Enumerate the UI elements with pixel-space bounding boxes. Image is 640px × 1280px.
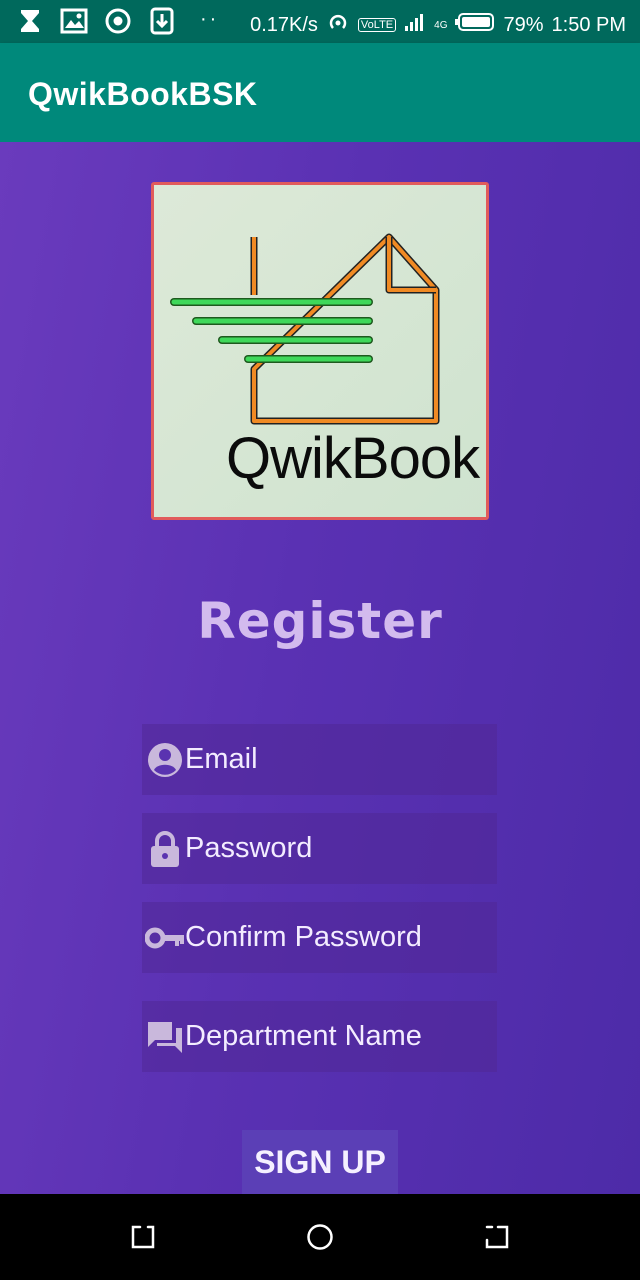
battery-percent: 79% [503, 13, 544, 36]
department-field[interactable] [142, 1001, 497, 1072]
app-logo: QwikBook [151, 182, 489, 520]
forum-icon [145, 1017, 185, 1057]
network-type: 4G [434, 19, 448, 31]
app-title: QwikBookBSK [28, 76, 258, 112]
target-icon [104, 7, 132, 35]
hourglass-icon [16, 7, 44, 35]
register-screen: QwikBook Register SIGN UP [0, 142, 640, 1194]
navigation-bar [0, 1194, 640, 1280]
volte-badge: VoLTE [357, 18, 397, 32]
home-icon[interactable] [305, 1222, 335, 1252]
recent-apps-icon[interactable] [128, 1222, 158, 1252]
back-icon[interactable] [482, 1222, 512, 1252]
department-input[interactable] [185, 1020, 490, 1053]
page-title: Register [197, 592, 443, 650]
key-icon [145, 918, 185, 958]
confirm-password-field[interactable] [142, 902, 497, 973]
download-icon [148, 7, 176, 35]
status-bar: ·· 0.17K/s VoLTE 4G 79% 1:50 PM [0, 0, 640, 43]
email-input[interactable] [185, 743, 490, 776]
clock: 1:50 PM [551, 13, 626, 36]
network-speed: 0.17K/s [250, 13, 318, 36]
password-field[interactable] [142, 813, 497, 884]
logo-text: QwikBook [226, 426, 480, 491]
confirm-password-input[interactable] [185, 921, 490, 954]
battery-icon [455, 12, 495, 38]
notification-dots: ·· [200, 8, 220, 30]
signup-button[interactable]: SIGN UP [242, 1130, 398, 1194]
email-field[interactable] [142, 724, 497, 795]
lock-icon [145, 829, 185, 869]
app-bar: QwikBookBSK [0, 43, 640, 142]
password-input[interactable] [185, 832, 490, 865]
image-icon [60, 7, 88, 35]
signal-icon [404, 12, 426, 38]
hotspot-icon [326, 10, 350, 40]
account-icon [145, 740, 185, 780]
